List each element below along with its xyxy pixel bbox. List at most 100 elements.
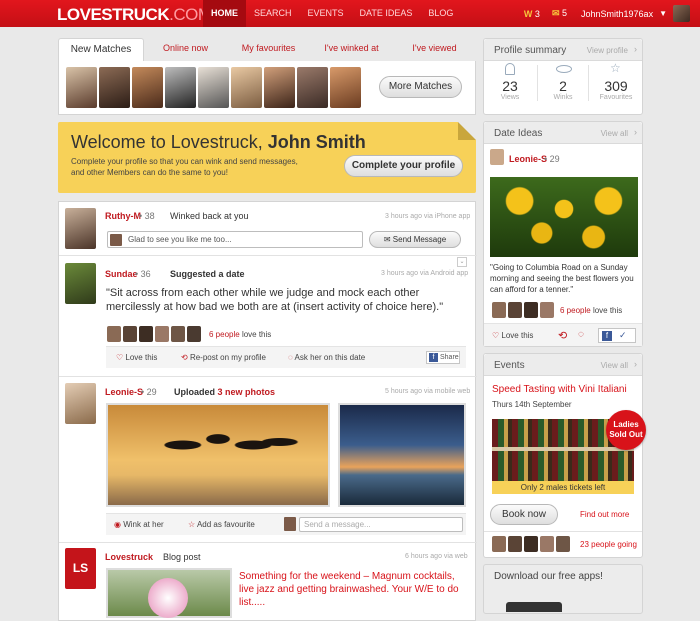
messages-notification[interactable]: ✉ 5 [552, 8, 567, 19]
attendee-avatar[interactable] [492, 536, 506, 552]
view-all-date-ideas-link[interactable]: View all [601, 129, 628, 138]
liker-avatar[interactable] [492, 302, 506, 318]
leonie-name[interactable]: Leonie-S [105, 387, 143, 397]
collapse-chevron-icon[interactable]: ⌄ [457, 257, 467, 267]
action-bar: ♡ Love this ⟲ Re-post on my profile ◌ As… [106, 346, 466, 368]
leonie-avatar[interactable] [65, 383, 96, 424]
repost-icon[interactable]: ⟲ [558, 329, 567, 342]
speech-bubble-icon[interactable]: ◌ [578, 329, 584, 340]
repost-button[interactable]: ⟲ Re-post on my profile [181, 353, 266, 362]
leonie-mini-avatar[interactable] [490, 149, 504, 165]
views-stat[interactable]: 23 Views [484, 63, 536, 101]
match-photo[interactable] [231, 67, 262, 108]
send-message-button[interactable]: ✉ Send Message [369, 231, 461, 248]
date-idea-text: "Going to Columbia Road on a Sunday morn… [490, 263, 634, 294]
blog-author[interactable]: Lovestruck [105, 552, 153, 562]
attendee-avatar[interactable] [508, 536, 522, 552]
match-photo[interactable] [297, 67, 328, 108]
divider [59, 255, 477, 256]
winks-stat[interactable]: 2 Winks [537, 65, 589, 101]
chevron-right-icon: › [634, 44, 637, 54]
date-idea-author[interactable]: Leonie-S [509, 154, 547, 164]
match-photo[interactable] [99, 67, 130, 108]
sundae-age: • 36 [135, 269, 151, 279]
match-photo[interactable] [198, 67, 229, 108]
match-photo[interactable] [264, 67, 295, 108]
liker-avatar[interactable] [123, 326, 137, 342]
tab-my-favourites[interactable]: My favourites [227, 38, 310, 62]
sundae-avatar[interactable] [65, 263, 96, 304]
find-out-more-link[interactable]: Find out more [580, 510, 629, 519]
person-icon [505, 63, 515, 75]
facebook-check-button[interactable]: f ✓ [598, 328, 636, 343]
liker-avatar[interactable] [524, 302, 538, 318]
attendee-avatar[interactable] [540, 536, 554, 552]
favourites-stat[interactable]: ☆ 309 Favourites [590, 61, 642, 101]
nav-date-ideas[interactable]: DATE IDEAS [352, 0, 421, 27]
lovestruck-logo[interactable]: LOVESTRUCK.COM [57, 5, 212, 25]
match-photo[interactable] [330, 67, 361, 108]
send-message-input[interactable]: Send a message... [299, 517, 463, 532]
username[interactable]: JohnSmith1976ax [581, 9, 653, 19]
love-this-button[interactable]: ♡ Love this [116, 353, 157, 362]
liker-avatar[interactable] [508, 302, 522, 318]
facebook-icon: f [429, 353, 438, 362]
ruthy-meta: 3 hours ago via iPhone app [385, 213, 471, 220]
book-now-button[interactable]: Book now [490, 504, 558, 525]
blog-headline[interactable]: Something for the weekend – Magnum cockt… [239, 570, 469, 609]
attendee-avatar[interactable] [556, 536, 570, 552]
liker-avatar[interactable] [139, 326, 153, 342]
liker-avatar[interactable] [187, 326, 201, 342]
tab-online-now[interactable]: Online now [144, 38, 227, 62]
sundae-name[interactable]: Sundae [105, 269, 138, 279]
match-photo[interactable] [66, 67, 97, 108]
events-title: Events [494, 360, 525, 371]
sunflowers-photo[interactable] [490, 177, 638, 257]
liker-avatar[interactable] [540, 302, 554, 318]
lovestruck-logo-avatar[interactable]: LS [65, 548, 96, 589]
love-this-button[interactable]: ♡ Love this [492, 331, 533, 340]
more-matches-button[interactable]: More Matches [379, 76, 462, 98]
nav-events[interactable]: EVENTS [300, 0, 352, 27]
nav-blog[interactable]: BLOG [420, 0, 461, 27]
chevron-right-icon: › [634, 127, 637, 137]
nav-home[interactable]: HOME [203, 0, 246, 27]
match-photo[interactable] [132, 67, 163, 108]
facebook-share-button[interactable]: f Share [426, 351, 460, 364]
match-photo[interactable] [165, 67, 196, 108]
liker-avatar[interactable] [155, 326, 169, 342]
nav-search[interactable]: SEARCH [246, 0, 300, 27]
tab-new-matches[interactable]: New Matches [58, 38, 144, 62]
tab-winked-at[interactable]: I've winked at [310, 38, 393, 62]
user-avatar[interactable] [673, 5, 690, 22]
winks-notification[interactable]: W 3 [524, 9, 540, 19]
liker-avatar[interactable] [171, 326, 185, 342]
add-favourite-button[interactable]: ☆ Add as favourite [188, 520, 255, 529]
tab-viewed[interactable]: I've viewed [393, 38, 476, 62]
blog-photo[interactable] [106, 568, 232, 618]
leonie-action: Uploaded 3 new photos [174, 387, 276, 397]
wink-button[interactable]: ◉ Wink at her [114, 520, 164, 529]
chevron-right-icon: › [634, 359, 637, 369]
sundae-action: Suggested a date [170, 269, 245, 279]
ask-on-date-button[interactable]: ◌ Ask her on this date [288, 353, 365, 362]
dropdown-arrow-icon[interactable]: ▼ [659, 9, 667, 18]
eye-icon: ◉ [114, 520, 121, 529]
event-title[interactable]: Speed Tasting with Vini Italiani [492, 384, 627, 395]
people-going[interactable]: 23 people going [580, 540, 637, 549]
ruthy-avatar[interactable] [65, 208, 96, 249]
reply-input[interactable]: Glad to see you like me too... [107, 231, 363, 248]
view-all-events-link[interactable]: View all [601, 361, 628, 370]
cliff-dive-photo[interactable] [338, 403, 466, 507]
view-profile-link[interactable]: View profile [587, 46, 628, 55]
top-navigation-bar: LOVESTRUCK.COM HOME SEARCH EVENTS DATE I… [0, 0, 700, 27]
attendee-avatar[interactable] [524, 536, 538, 552]
heart-icon: ♡ [116, 353, 124, 362]
apps-title: Download our free apps! [494, 571, 603, 582]
beach-jump-photo[interactable] [106, 403, 330, 507]
complete-profile-button[interactable]: Complete your profile [344, 155, 463, 177]
phone-image[interactable] [506, 602, 562, 612]
liker-avatar[interactable] [107, 326, 121, 342]
main-nav: HOME SEARCH EVENTS DATE IDEAS BLOG [203, 0, 461, 27]
ruthy-name[interactable]: Ruthy-M [105, 211, 141, 221]
